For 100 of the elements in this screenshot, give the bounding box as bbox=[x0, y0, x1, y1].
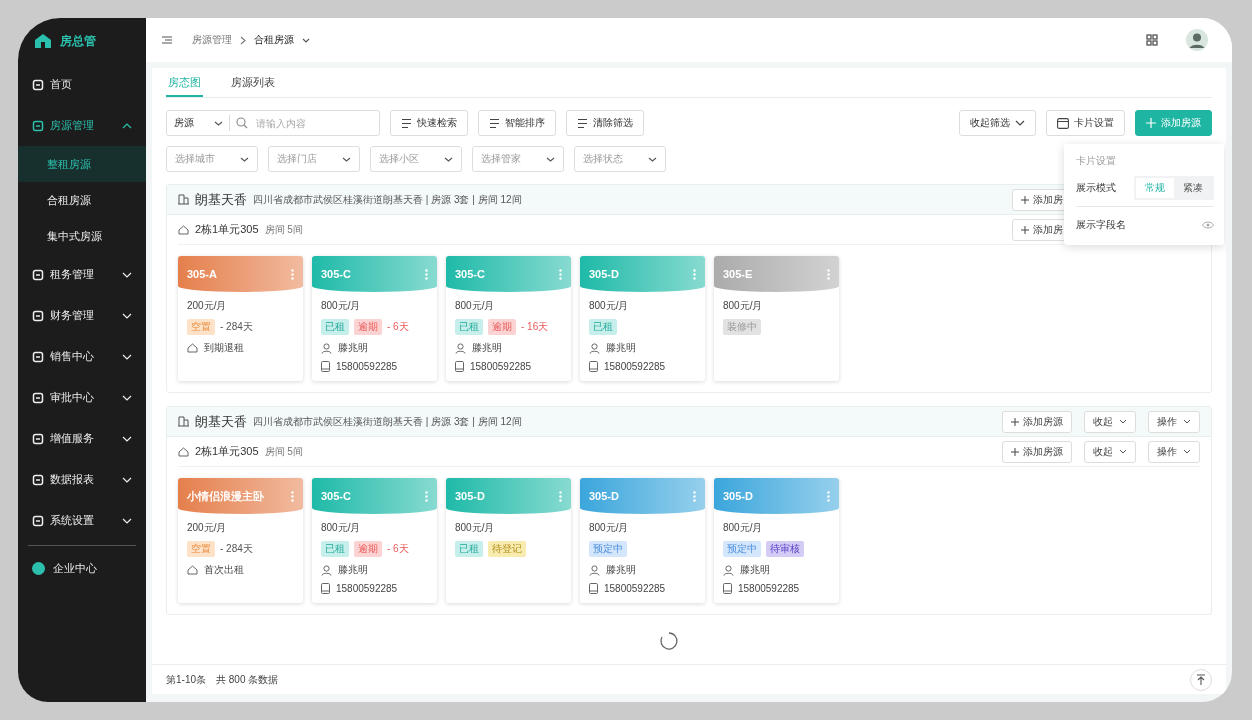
menu-icon bbox=[32, 78, 44, 91]
room-card[interactable]: 305-C 800元/月 已租 逾期 - 16天 滕兆明 15800592285 bbox=[446, 256, 571, 381]
chevron-down-icon bbox=[342, 156, 351, 162]
toolbar-button[interactable]: 快速检索 bbox=[390, 110, 468, 136]
more-icon[interactable] bbox=[291, 268, 294, 280]
room-card[interactable]: 小情侣浪漫主卧 200元/月 空置 - 284天 首次出租 bbox=[178, 478, 303, 603]
action-dropdown[interactable]: 操作 bbox=[1148, 440, 1200, 463]
room-title: 305-A bbox=[187, 268, 217, 280]
scope-select[interactable]: 房源 bbox=[174, 116, 208, 130]
toolbar-button[interactable]: 清除筛选 bbox=[566, 110, 644, 136]
chevron-icon bbox=[122, 353, 132, 360]
avatar[interactable] bbox=[1186, 29, 1208, 51]
chevron-down-icon bbox=[444, 156, 453, 162]
mode-option[interactable]: 紧凑 bbox=[1174, 178, 1212, 198]
sidebar-subitem[interactable]: 整租房源 bbox=[18, 146, 146, 182]
more-icon[interactable] bbox=[425, 490, 428, 502]
card-detail: 15800592285 bbox=[470, 361, 532, 372]
rent-price: 800元/月 bbox=[589, 299, 630, 313]
phone-icon bbox=[321, 361, 330, 372]
action-dropdown[interactable]: 操作 bbox=[1148, 410, 1200, 433]
status-tag: 装修中 bbox=[723, 319, 761, 335]
room-card[interactable]: 305-E 800元/月 装修中 bbox=[714, 256, 839, 381]
room-card[interactable]: 305-C 800元/月 已租 逾期 - 6天 滕兆明 15800592285 bbox=[312, 478, 437, 603]
back-to-top-button[interactable] bbox=[1190, 668, 1212, 691]
person-icon bbox=[723, 564, 734, 576]
house-icon bbox=[187, 343, 198, 353]
toolbar-button[interactable]: 智能排序 bbox=[478, 110, 556, 136]
add-room-button[interactable]: 添加房源 bbox=[1002, 440, 1072, 463]
more-icon[interactable] bbox=[827, 490, 830, 502]
more-icon[interactable] bbox=[291, 490, 294, 502]
more-icon[interactable] bbox=[425, 268, 428, 280]
room-card[interactable]: 305-C 800元/月 已租 逾期 - 6天 滕兆明 15800592285 bbox=[312, 256, 437, 381]
eye-icon[interactable] bbox=[1202, 221, 1214, 229]
menu-icon bbox=[32, 350, 44, 363]
days-count: - 16天 bbox=[521, 320, 549, 334]
chevron-down-icon bbox=[1183, 449, 1191, 454]
rent-price: 800元/月 bbox=[455, 299, 496, 313]
unit-title: 2栋1单元305 bbox=[195, 222, 259, 237]
status-tag: 待登记 bbox=[488, 541, 526, 557]
collapse-filters-button[interactable]: 收起筛选 bbox=[959, 110, 1036, 136]
sidebar-item[interactable]: 首页 bbox=[18, 64, 146, 105]
group-info: 四川省成都市武侯区桂溪街道朗基天香 | 房源 3套 | 房间 12间 bbox=[253, 414, 522, 429]
more-icon[interactable] bbox=[693, 490, 696, 502]
room-card[interactable]: 305-D 800元/月 已租 待登记 bbox=[446, 478, 571, 603]
sidebar-item[interactable]: 租务管理 bbox=[18, 254, 146, 295]
plus-icon bbox=[1011, 417, 1019, 426]
plus-icon bbox=[1011, 447, 1019, 456]
sidebar-item[interactable]: 审批中心 bbox=[18, 377, 146, 418]
more-icon[interactable] bbox=[559, 268, 562, 280]
chevron-down-icon bbox=[1119, 419, 1127, 424]
room-card[interactable]: 305-D 800元/月 预定中 滕兆明 15800592285 bbox=[580, 478, 705, 603]
chevron-down-icon bbox=[1119, 449, 1127, 454]
room-card[interactable]: 305-D 800元/月 预定中 待审核 滕兆明 15800592285 bbox=[714, 478, 839, 603]
sidebar-item[interactable]: 财务管理 bbox=[18, 295, 146, 336]
rent-price: 800元/月 bbox=[723, 521, 764, 535]
sidebar-item[interactable]: 数据报表 bbox=[18, 459, 146, 500]
menu-icon[interactable] bbox=[162, 36, 172, 44]
person-icon bbox=[589, 342, 600, 354]
collapse-dropdown[interactable]: 收起 bbox=[1084, 410, 1136, 433]
chevron-icon bbox=[122, 476, 132, 483]
phone-icon bbox=[589, 583, 598, 594]
search-field[interactable]: 房源 请输入内容 bbox=[166, 110, 380, 136]
sidebar-item[interactable]: 企业中心 bbox=[53, 561, 97, 576]
chevron-icon bbox=[122, 435, 132, 442]
sidebar-subitem[interactable]: 集中式房源 bbox=[18, 218, 146, 254]
card-icon bbox=[1057, 117, 1069, 129]
room-title: 小情侣浪漫主卧 bbox=[187, 488, 264, 504]
sidebar-item[interactable]: 系统设置 bbox=[18, 500, 146, 541]
card-settings-button[interactable]: 卡片设置 bbox=[1046, 110, 1125, 136]
group-info: 四川省成都市武侯区桂溪街道朗基天香 | 房源 3套 | 房间 12间 bbox=[253, 192, 522, 207]
page-range: 第1-10条 bbox=[166, 672, 206, 687]
room-card[interactable]: 305-A 200元/月 空置 - 284天 到期退租 bbox=[178, 256, 303, 381]
collapse-dropdown[interactable]: 收起 bbox=[1084, 440, 1136, 463]
breadcrumb-current[interactable]: 合租房源 bbox=[254, 33, 294, 47]
card-detail: 15800592285 bbox=[604, 361, 666, 372]
grid-icon[interactable] bbox=[1146, 34, 1158, 46]
status-tag: 已租 bbox=[321, 541, 349, 557]
room-count: 房间 5间 bbox=[264, 444, 303, 459]
person-icon bbox=[589, 564, 600, 576]
chevron-down-icon bbox=[302, 37, 310, 43]
group-title: 朗基天香 bbox=[195, 412, 247, 431]
tab[interactable]: 房源列表 bbox=[229, 75, 277, 97]
rent-price: 200元/月 bbox=[187, 521, 228, 535]
add-room-button[interactable]: 添加房源 bbox=[1002, 410, 1072, 433]
rent-price: 800元/月 bbox=[589, 521, 630, 535]
sidebar-item[interactable]: 销售中心 bbox=[18, 336, 146, 377]
room-title: 305-E bbox=[723, 268, 753, 280]
phone-icon bbox=[723, 583, 732, 594]
room-title: 305-C bbox=[321, 490, 351, 502]
unit-title: 2栋1单元305 bbox=[195, 444, 259, 459]
sidebar-item[interactable]: 增值服务 bbox=[18, 418, 146, 459]
breadcrumb-link[interactable]: 房源管理 bbox=[192, 33, 232, 47]
total-count: 共 800 条数据 bbox=[216, 672, 279, 687]
more-icon[interactable] bbox=[693, 268, 696, 280]
more-icon[interactable] bbox=[827, 268, 830, 280]
room-card[interactable]: 305-D 800元/月 已租 滕兆明 15800592285 bbox=[580, 256, 705, 381]
card-detail: 滕兆明 bbox=[606, 563, 636, 577]
sidebar-item[interactable]: 房源管理 bbox=[18, 105, 146, 146]
sidebar-subitem[interactable]: 合租房源 bbox=[18, 182, 146, 218]
more-icon[interactable] bbox=[559, 490, 562, 502]
